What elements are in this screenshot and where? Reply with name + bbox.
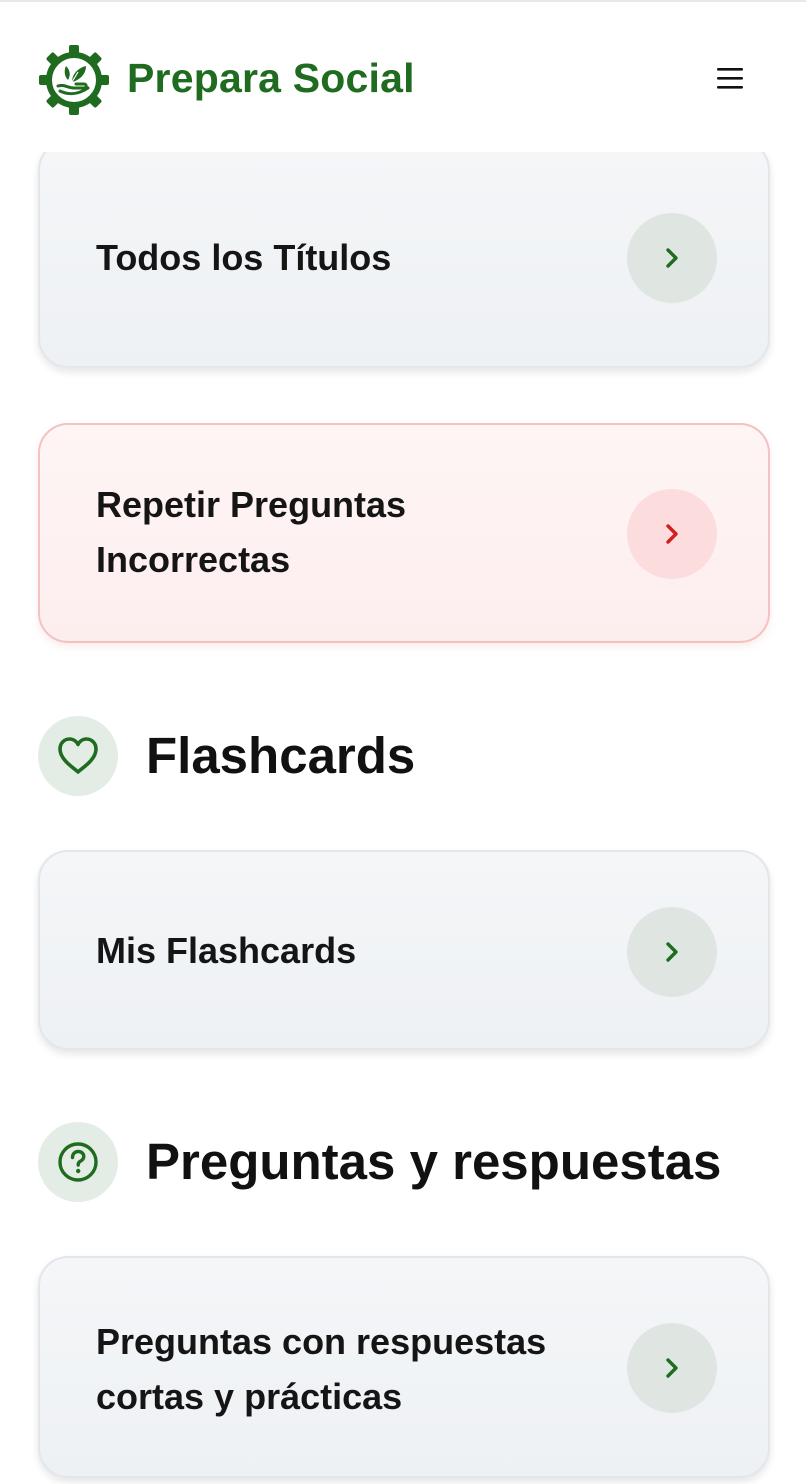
menu-button[interactable] (704, 54, 756, 102)
chevron-button[interactable] (627, 1323, 717, 1413)
question-circle-icon (58, 1142, 98, 1182)
chevron-button[interactable] (627, 213, 717, 303)
card-mis-flashcards[interactable]: Mis Flashcards (38, 850, 770, 1050)
section-title-preguntas-y-respuestas: Preguntas y respuestas (146, 1133, 722, 1190)
chevron-right-icon (666, 524, 678, 544)
heart-icon (58, 737, 98, 774)
card-label-line: Preguntas con respuestas (96, 1321, 547, 1362)
card-todos-los-titulos[interactable]: Todos los Títulos (38, 140, 770, 368)
flashcards-section-icon (38, 716, 118, 796)
chevron-right-icon (666, 1358, 678, 1378)
chevron-right-icon (666, 248, 678, 268)
brand-title[interactable]: Prepara Social (127, 52, 415, 104)
card-label: Mis Flashcards (96, 930, 357, 971)
card-label-line: cortas y prácticas (96, 1376, 403, 1417)
chevron-button[interactable] (627, 489, 717, 579)
card-label: Repetir Preguntas Incorrectas (96, 477, 596, 587)
chevron-right-icon (666, 942, 678, 962)
preguntas-section-icon (38, 1122, 118, 1202)
page: Prepara Social Todos los Títulos Repetir… (0, 0, 806, 1484)
card-repetir-preguntas-incorrectas[interactable]: Repetir Preguntas Incorrectas (38, 423, 770, 643)
card-preguntas-cortas[interactable]: Preguntas con respuestas cortas y prácti… (38, 1256, 770, 1478)
section-title-flashcards: Flashcards (146, 727, 416, 784)
hamburger-menu-icon (717, 68, 743, 89)
chevron-button[interactable] (627, 907, 717, 997)
gear-hand-leaf-icon[interactable] (38, 44, 110, 116)
app-header: Prepara Social (0, 0, 806, 152)
card-label-line: Repetir Preguntas (96, 484, 407, 525)
card-label: Preguntas con respuestas cortas y prácti… (96, 1314, 596, 1424)
card-label-line: Incorrectas (96, 539, 291, 580)
card-label: Todos los Títulos (96, 237, 392, 278)
